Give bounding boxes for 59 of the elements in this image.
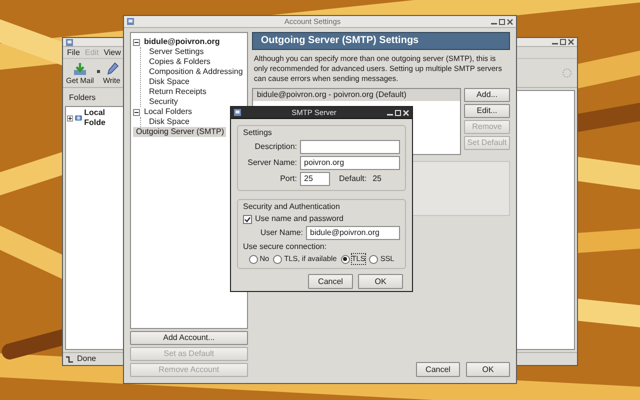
tree-item[interactable]: Disk Space — [147, 117, 192, 127]
field-label: Description: — [254, 142, 297, 152]
checkbox[interactable] — [243, 214, 252, 224]
group-heading: Security and Authentication — [243, 202, 341, 212]
tree-item[interactable]: Return Receipts — [147, 87, 208, 97]
tree-item[interactable]: Security — [147, 97, 180, 107]
radio-button[interactable] — [273, 254, 282, 264]
throbber-icon — [562, 68, 572, 78]
collapse-icon[interactable] — [133, 108, 140, 116]
server-button[interactable]: Edit... — [464, 104, 510, 118]
field-label: Port: — [279, 174, 297, 184]
close-icon[interactable] — [507, 18, 513, 24]
user-name-field[interactable]: bidule@poivron.org — [306, 226, 400, 240]
dropdown-icon[interactable] — [96, 70, 100, 73]
description-field[interactable] — [300, 140, 400, 154]
radio-button[interactable] — [340, 254, 350, 264]
tree-item[interactable]: Copies & Folders — [147, 57, 212, 67]
pen-icon — [104, 62, 119, 76]
dialog-button[interactable]: Cancel — [308, 274, 353, 289]
default-label: Default: — [339, 174, 367, 184]
tree-item[interactable]: Composition & Addressing — [147, 67, 245, 77]
server-button[interactable]: Add... — [464, 88, 510, 102]
tree-item[interactable]: Disk Space — [147, 77, 192, 87]
default-value: 25 — [372, 174, 382, 184]
tree-item[interactable]: Local Folders — [142, 107, 194, 117]
tree-item[interactable]: bidule@poivron.org — [142, 37, 222, 47]
secure-label: Use secure connection: — [243, 242, 328, 252]
app-icon — [66, 38, 73, 46]
server-name-field[interactable]: poivron.org — [300, 156, 400, 170]
download-icon — [72, 62, 87, 76]
account-button[interactable]: Add Account... — [130, 331, 248, 345]
radio-button[interactable] — [248, 254, 258, 264]
maximize-icon[interactable] — [499, 18, 505, 24]
maximize-icon[interactable] — [560, 39, 566, 45]
port-field[interactable]: 25 — [300, 172, 330, 186]
radio-button[interactable] — [369, 254, 378, 264]
dialog-button[interactable]: OK — [358, 274, 403, 289]
app-icon — [234, 109, 241, 116]
status-text: Done — [77, 354, 96, 364]
tree-item[interactable]: Server Settings — [147, 47, 206, 57]
panel-header: Outgoing Server (SMTP) Settings — [252, 32, 510, 50]
dialog-button[interactable]: Cancel — [416, 362, 460, 377]
server-item[interactable]: bidule@poivron.org - poivron.org (Default) — [252, 89, 460, 101]
dialog-button[interactable]: OK — [466, 362, 510, 377]
connection-icon — [65, 354, 74, 364]
checkbox-label[interactable]: Use name and password — [255, 214, 344, 224]
folder-icon — [75, 114, 82, 122]
field-label: User Name: — [259, 228, 303, 238]
field-label: Server Name: — [246, 158, 297, 168]
folders-header: Folders — [68, 92, 97, 104]
close-icon[interactable] — [568, 39, 574, 45]
tree-item[interactable]: Outgoing Server (SMTP) — [133, 127, 226, 137]
menu-item[interactable]: View — [104, 48, 121, 57]
menu-item[interactable]: File — [67, 48, 80, 57]
collapse-icon[interactable] — [133, 38, 140, 46]
folder-item[interactable]: Local Folde — [84, 108, 123, 128]
group-heading: Settings — [243, 128, 273, 138]
app-icon — [127, 18, 134, 25]
expand-icon[interactable] — [67, 114, 74, 122]
